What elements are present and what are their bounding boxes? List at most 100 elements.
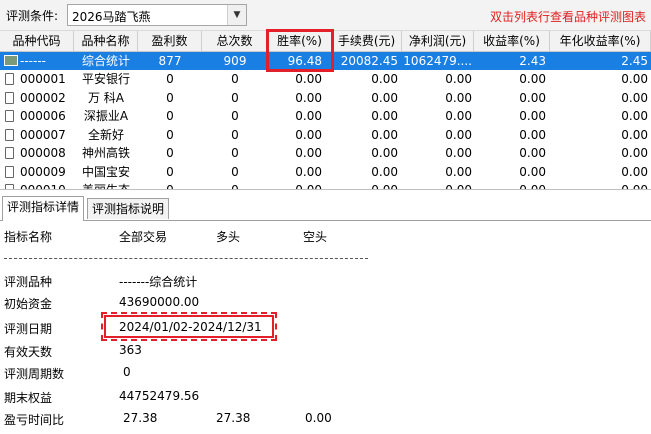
cell-profit-count: 0 (166, 90, 174, 105)
chevron-down-icon[interactable]: ▼ (227, 5, 246, 25)
detail-label: 初始资金 (4, 297, 53, 311)
column-header-profit-count[interactable]: 盈利数 (138, 31, 202, 51)
cell-fee: 0.00 (371, 164, 398, 179)
tab-metric-description[interactable]: 评测指标说明 (87, 198, 170, 219)
cell-win-rate: 0.00 (295, 127, 322, 142)
cell-return-rate: 0.00 (519, 127, 546, 142)
cell-win-rate: 0.00 (295, 109, 322, 123)
cell-net-profit: 0.00 (445, 109, 472, 123)
cell-name: 神州高铁 (81, 146, 130, 160)
tab-metric-details[interactable]: 评测指标详情 (2, 196, 85, 221)
cell-win-rate: 0.00 (295, 90, 322, 105)
detail-value: -------综合统计 (119, 275, 198, 289)
condition-combobox[interactable]: 2026马踏飞燕 ▼ (67, 4, 247, 26)
cell-win-rate: 0.00 (295, 146, 322, 160)
cell-fee: 0.00 (371, 127, 398, 142)
cell-fee: 0.00 (371, 183, 398, 190)
cell-return-rate: 2.43 (519, 54, 546, 68)
cell-total-count: 0 (231, 146, 239, 160)
summary-icon (4, 55, 18, 66)
cell-total-count: 0 (231, 127, 239, 142)
cell-annual-return: 0.00 (621, 183, 648, 190)
cell-name: 综合统计 (81, 54, 130, 68)
cell-net-profit: 0.00 (445, 127, 472, 142)
cell-net-profit: 0.00 (445, 146, 472, 160)
detail-value: 44752479.56 (119, 389, 200, 403)
table-row[interactable]: 000006 深振业A 0 0 0.00 0.00 0.00 0.00 0.00 (0, 107, 651, 125)
detail-value-long: 27.38 (216, 411, 251, 425)
table-row[interactable]: 000010 美丽生态 0 0 0.00 0.00 0.00 0.00 0.00 (0, 181, 651, 190)
condition-value: 2026马踏飞燕 (72, 10, 151, 24)
table-row[interactable]: 000009 中国宝安 0 0 0.00 0.00 0.00 0.00 0.00 (0, 163, 651, 181)
cell-total-count: 0 (231, 109, 239, 123)
condition-label: 评测条件: (6, 9, 59, 23)
column-header-code[interactable]: 品种代码 (0, 31, 74, 51)
cell-name: 万 科A (87, 90, 125, 105)
cell-win-rate: 0.00 (295, 72, 322, 86)
cell-return-rate: 0.00 (519, 164, 546, 179)
cell-total-count: 0 (231, 90, 239, 105)
cell-fee: 0.00 (371, 90, 398, 105)
cell-annual-return: 0.00 (621, 109, 648, 123)
cell-return-rate: 0.00 (519, 183, 546, 190)
cell-total-count: 0 (231, 72, 239, 86)
cell-code: 000001 (20, 72, 66, 86)
table-row[interactable]: 000002 万 科A 0 0 0.00 0.00 0.00 0.00 0.00 (0, 89, 651, 107)
cell-net-profit: 0.00 (445, 72, 472, 86)
cell-win-rate: 0.00 (295, 164, 322, 179)
cell-annual-return: 2.45 (621, 54, 648, 68)
column-header-annual-return[interactable]: 年化收益率(%) (550, 31, 651, 51)
cell-net-profit: 1062479.... (403, 54, 472, 68)
detail-tabs: 评测指标详情 评测指标说明 (0, 196, 651, 221)
divider (4, 258, 368, 259)
cell-code: ------ (20, 54, 46, 68)
document-icon (5, 110, 14, 122)
cell-profit-count: 0 (166, 72, 174, 86)
table-row[interactable]: 000007 全新好 0 0 0.00 0.00 0.00 0.00 0.00 (0, 126, 651, 144)
detail-value: 0 (123, 365, 131, 379)
cell-fee: 0.00 (371, 146, 398, 160)
detail-value: 43690000.00 (119, 295, 200, 309)
cell-code: 000006 (20, 109, 66, 123)
cell-profit-count: 0 (166, 183, 174, 190)
detail-value: 27.38 (123, 411, 158, 425)
detail-label: 评测日期 (4, 322, 53, 336)
detail-header-short: 空头 (303, 230, 328, 244)
cell-return-rate: 0.00 (519, 146, 546, 160)
table-row[interactable]: 000008 神州高铁 0 0 0.00 0.00 0.00 0.00 0.00 (0, 144, 651, 162)
cell-profit-count: 877 (158, 54, 182, 68)
cell-return-rate: 0.00 (519, 90, 546, 105)
cell-total-count: 909 (223, 54, 247, 68)
cell-code: 000009 (20, 164, 66, 179)
document-icon (5, 147, 14, 159)
column-header-total-count[interactable]: 总次数 (202, 31, 268, 51)
detail-label: 期末权益 (4, 391, 53, 405)
cell-code: 000007 (20, 127, 66, 142)
detail-value-short: 0.00 (305, 411, 332, 425)
cell-annual-return: 0.00 (621, 146, 648, 160)
metric-detail-panel: 指标名称 全部交易 多头 空头 评测品种 -------综合统计 初始资金 43… (0, 221, 651, 434)
table-row[interactable]: 000001 平安银行 0 0 0.00 0.00 0.00 0.00 0.00 (0, 70, 651, 88)
detail-label: 评测品种 (4, 275, 53, 289)
cell-name: 平安银行 (81, 72, 130, 86)
cell-profit-count: 0 (166, 146, 174, 160)
win-rate-highlight-box (266, 29, 334, 72)
cell-net-profit: 0.00 (445, 90, 472, 105)
column-header-net-profit[interactable]: 净利润(元) (402, 31, 474, 51)
cell-win-rate: 0.00 (295, 183, 322, 190)
cell-name: 中国宝安 (81, 164, 130, 179)
column-header-fee[interactable]: 手续费(元) (332, 31, 402, 51)
cell-code: 000010 (20, 183, 66, 190)
column-header-name[interactable]: 品种名称 (74, 31, 138, 51)
document-icon (5, 128, 14, 141)
column-header-return-rate[interactable]: 收益率(%) (474, 31, 550, 51)
document-icon (5, 73, 14, 85)
condition-toolbar: 评测条件: 2026马踏飞燕 ▼ 双击列表行查看品种评测图表 (0, 0, 651, 31)
cell-profit-count: 0 (166, 109, 174, 123)
cell-annual-return: 0.00 (621, 164, 648, 179)
cell-net-profit: 0.00 (445, 183, 472, 190)
cell-code: 000002 (20, 90, 66, 105)
cell-return-rate: 0.00 (519, 72, 546, 86)
cell-name: 美丽生态 (81, 183, 130, 190)
document-icon (5, 184, 14, 189)
